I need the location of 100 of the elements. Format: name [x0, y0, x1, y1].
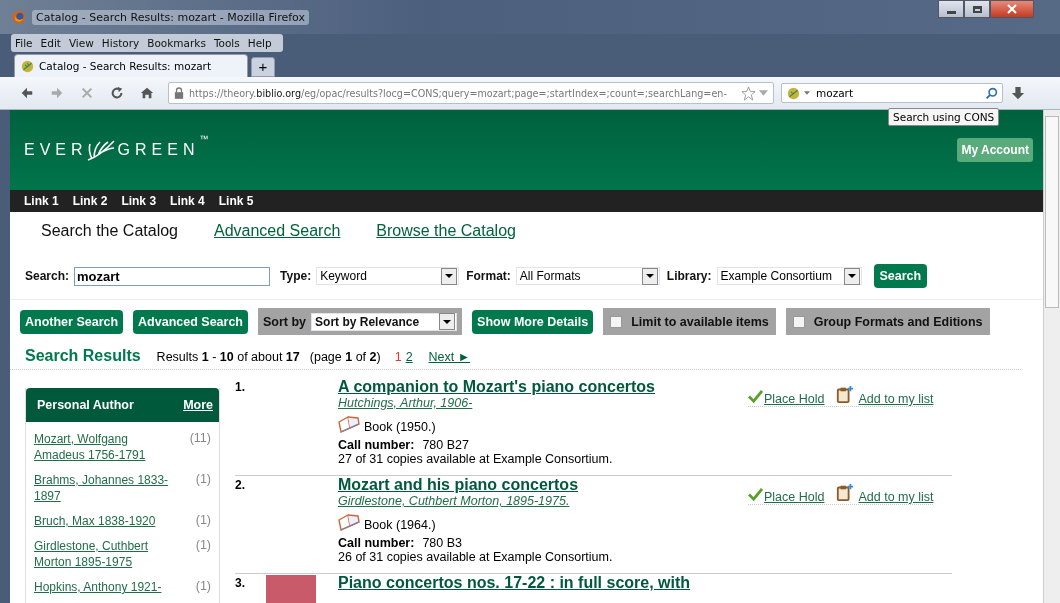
availability-text: 27 of 31 copies available at Example Consortium.: [338, 452, 614, 466]
library-dropdown[interactable]: Example Consortium: [716, 267, 862, 285]
nav-link[interactable]: Link 2: [72, 194, 108, 208]
maximize-button[interactable]: [964, 0, 990, 18]
menu-item[interactable]: History: [97, 37, 144, 49]
minimize-button[interactable]: [938, 0, 964, 18]
leaf-logo-icon: [85, 138, 116, 162]
page-link[interactable]: 2: [405, 350, 413, 364]
star-icon[interactable]: [741, 85, 756, 101]
browser-search-field[interactable]: mozart: [781, 83, 1003, 103]
filter-checkbox[interactable]: Group Formats and Editions: [785, 308, 990, 335]
place-hold-link[interactable]: Place Hold: [764, 392, 825, 406]
facet-title: Personal Author: [37, 398, 134, 412]
page-info: (page 1 of 2): [309, 350, 381, 364]
result-number: 3.: [235, 575, 246, 592]
home-icon[interactable]: [140, 86, 154, 100]
field-label: Format:: [466, 269, 511, 283]
padlock-icon: [174, 87, 184, 99]
window-title: Catalog - Search Results: mozart - Mozilla Firefox: [32, 9, 309, 25]
sort-label: Sort by: [263, 314, 307, 329]
firefox-logo-icon: [12, 10, 26, 24]
dropdown-caret-icon: [645, 274, 654, 278]
leaf-favicon-icon: [21, 59, 34, 73]
menu-item[interactable]: Bookmarks: [143, 37, 210, 49]
nav-link[interactable]: Link 4: [170, 194, 205, 208]
format-dropdown[interactable]: All Formats: [515, 267, 660, 285]
filter-checkbox[interactable]: Limit to available items: [603, 308, 776, 335]
reload-icon[interactable]: [110, 86, 124, 100]
cover-photo-placeholder: [266, 575, 316, 603]
format-text: Book (1964.): [364, 518, 436, 532]
checkmark-icon: [748, 390, 763, 403]
sort-dropdown[interactable]: Sort by Relevance: [311, 312, 458, 331]
menu-item[interactable]: View: [64, 37, 98, 49]
add-to-list-link[interactable]: Add to my list: [858, 392, 934, 406]
clipboard-plus-icon: [836, 385, 855, 403]
field-label: Library:: [666, 269, 712, 283]
call-number: 780 B3: [422, 536, 463, 550]
vertical-scrollbar[interactable]: [1043, 110, 1060, 603]
search-tab[interactable]: Advanced Search: [214, 222, 341, 248]
add-to-list-link[interactable]: Add to my list: [858, 490, 934, 504]
logo-text: EVER: [24, 141, 88, 159]
download-arrow-icon[interactable]: [1011, 86, 1025, 100]
search-icon[interactable]: [985, 86, 998, 100]
format-text: Book (1950.): [364, 420, 436, 434]
address-bar[interactable]: https://theory.biblio.org/eg/opac/results?locg=CONS;query=mozart;page=;startIndex=;count=;searchLang=en-: [168, 82, 774, 104]
open-book-icon: [338, 416, 360, 434]
nav-link[interactable]: Link 3: [121, 194, 157, 208]
logo-text: GREEN: [117, 141, 200, 159]
page-link[interactable]: 1: [394, 350, 402, 364]
call-number-label: Call number:: [338, 438, 415, 452]
dropdown-caret-icon[interactable]: [804, 91, 810, 95]
menu-item[interactable]: Help: [243, 37, 276, 49]
close-icon: [1007, 4, 1017, 14]
browser-tab[interactable]: Catalog - Search Results: mozart: [14, 54, 248, 77]
search-tab[interactable]: Search the Catalog: [41, 222, 178, 248]
facet-link[interactable]: Bruch, Max 1838-1920: [34, 513, 179, 529]
close-button[interactable]: [990, 0, 1034, 18]
results-heading: Search Results: [25, 347, 141, 365]
nav-link[interactable]: Link 1: [24, 194, 59, 208]
menu-item[interactable]: File: [11, 37, 37, 49]
more-link[interactable]: More: [183, 398, 213, 412]
facet-link[interactable]: Mozart, Wolfgang Amadeus 1756-1791: [34, 431, 179, 463]
field-label: Search:: [25, 269, 70, 283]
field-label: Type:: [280, 269, 312, 283]
result-title-link[interactable]: Mozart and his piano concertos: [338, 476, 748, 494]
nav-link[interactable]: Link 5: [218, 194, 254, 208]
author-link[interactable]: Hutchings, Arthur, 1906-: [338, 396, 748, 410]
new-tab-button[interactable]: +: [251, 57, 275, 77]
result-number: 2.: [235, 477, 246, 494]
checkbox[interactable]: [792, 315, 805, 328]
facet-count: (1): [195, 579, 211, 595]
call-number-label: Call number:: [338, 536, 415, 550]
show-more-details-button[interactable]: Show More Details: [472, 309, 594, 334]
checkmark-icon: [748, 488, 763, 501]
back-arrow-icon[interactable]: [20, 86, 34, 100]
facet-count: (1): [195, 472, 211, 488]
result-number: 1.: [235, 379, 246, 396]
clipboard-plus-icon: [836, 483, 855, 501]
type-dropdown[interactable]: Keyword: [316, 267, 460, 285]
leaf-engine-icon: [787, 86, 800, 100]
facet-link[interactable]: Hopkins, Anthony 1921-: [34, 579, 179, 595]
search-input[interactable]: mozart: [74, 266, 271, 286]
dropdown-caret-icon: [445, 274, 454, 278]
author-link[interactable]: Girdlestone, Cuthbert Morton, 1895-1975.: [338, 494, 748, 508]
next-page-link[interactable]: Next ►: [428, 350, 471, 364]
advanced-search-button[interactable]: Advanced Search: [133, 309, 248, 334]
search-tab[interactable]: Browse the Catalog: [376, 222, 516, 248]
facet-link[interactable]: Girdlestone, Cuthbert Morton 1895-1975: [34, 538, 179, 570]
place-hold-link[interactable]: Place Hold: [764, 490, 825, 504]
facet-link[interactable]: Brahms, Johannes 1833-1897: [34, 472, 179, 504]
call-number: 780 B27: [422, 438, 469, 452]
result-title-link[interactable]: A companion to Mozart's piano concertos: [338, 378, 748, 396]
result-title-link[interactable]: Piano concertos nos. 17-22 : in full score, with: [338, 574, 748, 592]
availability-text: 26 of 31 copies available at Example Consortium.: [338, 550, 614, 564]
search-button[interactable]: Search: [873, 264, 928, 288]
menu-item[interactable]: Tools: [209, 37, 244, 49]
menu-item[interactable]: Edit: [36, 37, 65, 49]
another-search-button[interactable]: Another Search: [20, 309, 124, 334]
checkbox[interactable]: [610, 315, 623, 328]
open-book-icon: [338, 514, 360, 532]
